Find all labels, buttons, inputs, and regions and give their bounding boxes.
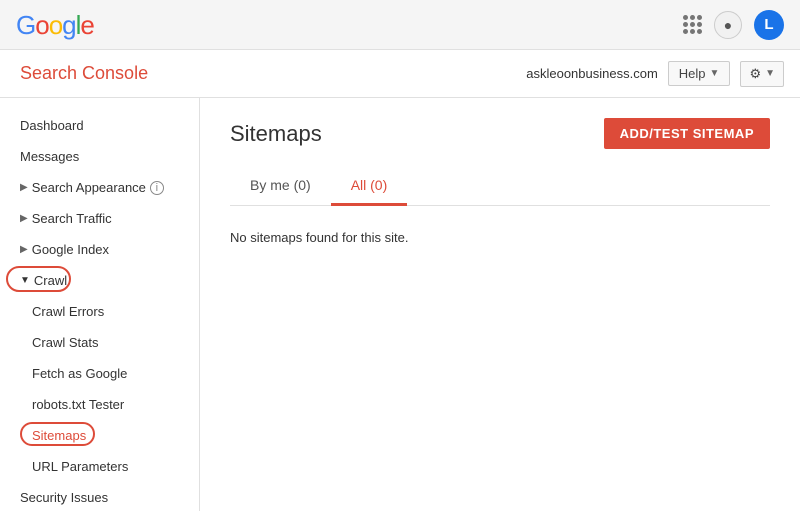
crawl-arrow: ▼ <box>20 275 30 286</box>
search-appearance-info-icon[interactable]: i <box>150 181 164 195</box>
crawl-errors-label: Crawl Errors <box>32 304 104 319</box>
crawl-label: Crawl <box>34 273 67 288</box>
content-area: Sitemaps ADD/TEST SITEMAP By me (0) All … <box>200 98 800 511</box>
dashboard-label: Dashboard <box>20 118 84 133</box>
sidebar-item-sitemaps[interactable]: Sitemaps <box>0 420 199 451</box>
url-parameters-label: URL Parameters <box>32 459 128 474</box>
robots-tester-label: robots.txt Tester <box>32 397 124 412</box>
empty-message: No sitemaps found for this site. <box>230 222 770 253</box>
app-title: Search Console <box>20 63 148 84</box>
settings-icon: ⚙ <box>749 66 761 82</box>
top-bar: G o o g l e ● L <box>0 0 800 50</box>
domain-label: askleoonbusiness.com <box>526 66 658 81</box>
security-issues-label: Security Issues <box>20 490 108 505</box>
add-test-sitemap-button[interactable]: ADD/TEST SITEMAP <box>604 118 770 149</box>
help-button[interactable]: Help ▼ <box>668 61 731 86</box>
sidebar-item-dashboard[interactable]: Dashboard <box>0 110 199 141</box>
tab-by-me[interactable]: By me (0) <box>230 167 331 206</box>
sidebar-item-crawl[interactable]: ▼ Crawl <box>0 265 199 296</box>
sitemaps-label: Sitemaps <box>32 428 86 443</box>
sidebar-item-url-parameters[interactable]: URL Parameters <box>0 451 199 482</box>
google-index-arrow: ▶ <box>20 244 28 255</box>
sidebar: Dashboard Messages ▶ Search Appearance i… <box>0 98 200 511</box>
logo-g2: g <box>62 12 75 38</box>
search-appearance-arrow: ▶ <box>20 182 28 193</box>
grid-apps-icon[interactable] <box>683 15 702 34</box>
logo-o2: o <box>49 12 62 38</box>
top-right: ● L <box>683 10 784 40</box>
content-header: Sitemaps ADD/TEST SITEMAP <box>230 118 770 149</box>
header-right: askleoonbusiness.com Help ▼ ⚙ ▼ <box>526 61 784 87</box>
tab-all[interactable]: All (0) <box>331 167 408 206</box>
messages-label: Messages <box>20 149 79 164</box>
crawl-stats-label: Crawl Stats <box>32 335 98 350</box>
sidebar-item-crawl-stats[interactable]: Crawl Stats <box>0 327 199 358</box>
fetch-as-google-label: Fetch as Google <box>32 366 127 381</box>
sidebar-item-fetch-as-google[interactable]: Fetch as Google <box>0 358 199 389</box>
user-avatar[interactable]: L <box>754 10 784 40</box>
help-label: Help <box>679 66 706 81</box>
search-traffic-arrow: ▶ <box>20 213 28 224</box>
google-index-label: Google Index <box>32 242 109 257</box>
sidebar-item-messages[interactable]: Messages <box>0 141 199 172</box>
google-logo: G o o g l e <box>16 12 94 38</box>
notifications-icon[interactable]: ● <box>714 11 742 39</box>
sidebar-item-crawl-errors[interactable]: Crawl Errors <box>0 296 199 327</box>
page-title: Sitemaps <box>230 121 322 147</box>
sidebar-item-robots-tester[interactable]: robots.txt Tester <box>0 389 199 420</box>
settings-dropdown-arrow: ▼ <box>765 68 775 79</box>
logo-e: e <box>80 12 93 38</box>
sidebar-item-search-appearance[interactable]: ▶ Search Appearance i <box>0 172 199 203</box>
logo-o1: o <box>35 12 48 38</box>
settings-button[interactable]: ⚙ ▼ <box>740 61 784 87</box>
sidebar-item-google-index[interactable]: ▶ Google Index <box>0 234 199 265</box>
help-dropdown-arrow: ▼ <box>710 68 720 79</box>
tabs-container: By me (0) All (0) <box>230 167 770 206</box>
search-traffic-label: Search Traffic <box>32 211 112 226</box>
sidebar-item-security-issues[interactable]: Security Issues <box>0 482 199 511</box>
header: Search Console askleoonbusiness.com Help… <box>0 50 800 98</box>
main-layout: Dashboard Messages ▶ Search Appearance i… <box>0 98 800 511</box>
search-appearance-label: Search Appearance <box>32 180 146 195</box>
sidebar-item-search-traffic[interactable]: ▶ Search Traffic <box>0 203 199 234</box>
logo-g: G <box>16 12 35 38</box>
